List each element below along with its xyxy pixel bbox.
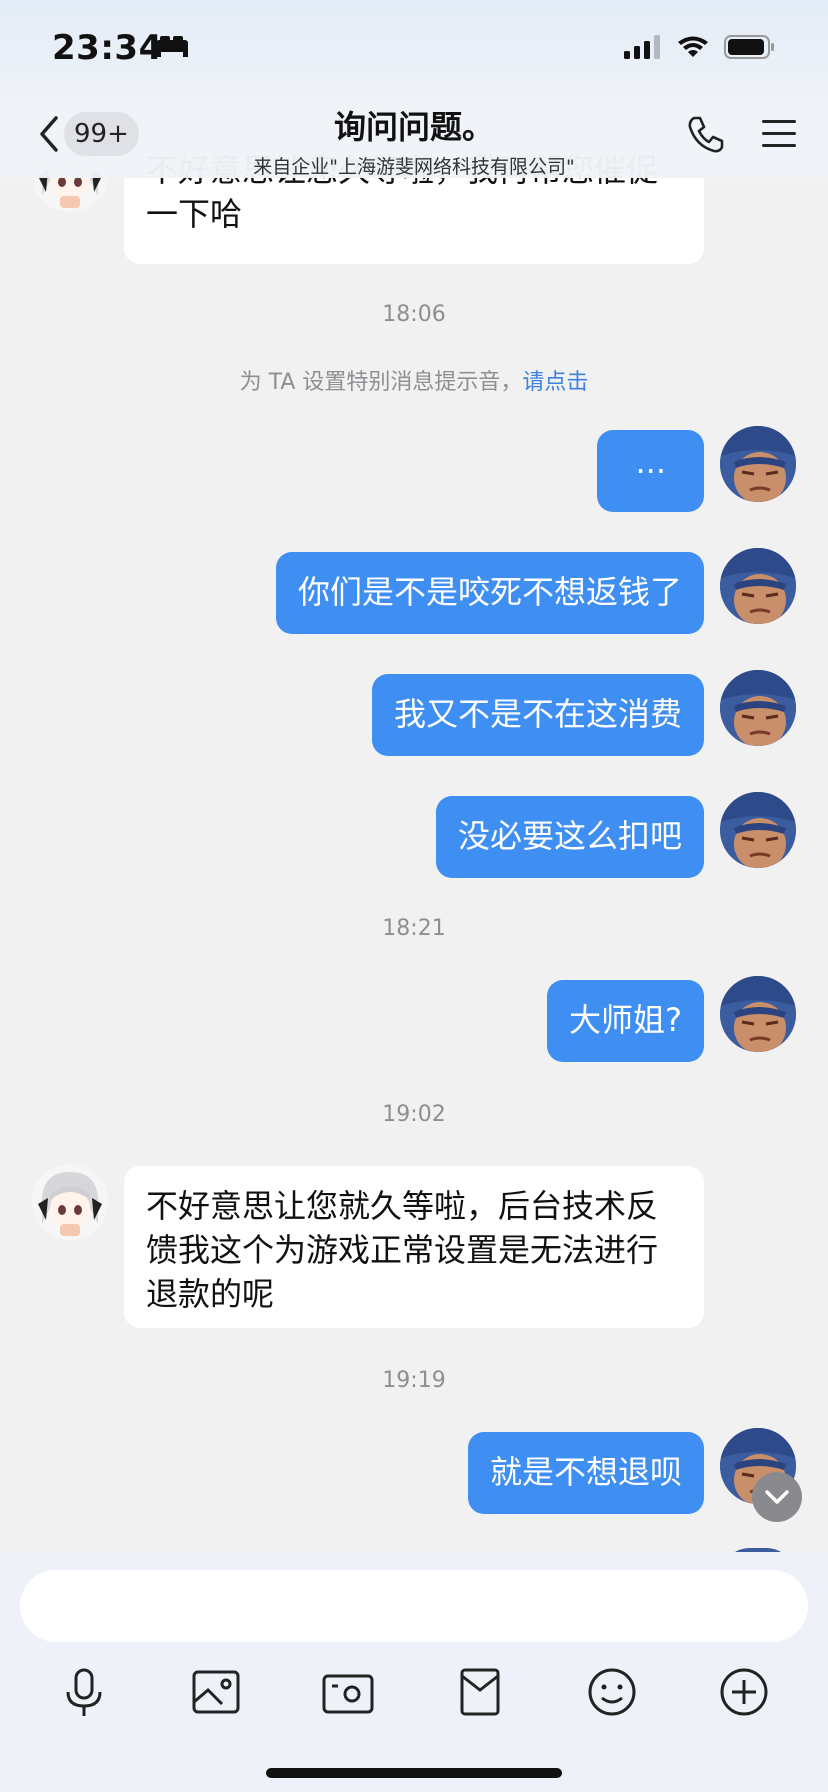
- message-bubble-incoming[interactable]: 不好意思让您就久等啦，后台技术反馈我这个为游戏正常设置是无法进行退款的呢: [124, 1166, 704, 1328]
- menu-icon[interactable]: [760, 116, 798, 152]
- input-toolbar: [0, 1652, 828, 1732]
- photo-icon[interactable]: [186, 1662, 246, 1722]
- user-avatar[interactable]: [720, 670, 796, 746]
- chat-header: 99+ 询问问题。 来自企业"上海游斐网络科技有限公司": [0, 96, 828, 178]
- contact-avatar[interactable]: [32, 1164, 108, 1240]
- scroll-to-bottom-button[interactable]: [752, 1472, 802, 1522]
- phone-icon[interactable]: [684, 112, 728, 156]
- hero-avatar-icon: [720, 976, 796, 1052]
- home-indicator[interactable]: [266, 1768, 562, 1778]
- message-bubble-outgoing[interactable]: 我又不是不在这消费: [371, 674, 704, 756]
- input-panel: [0, 1552, 828, 1792]
- user-avatar[interactable]: [720, 426, 796, 502]
- red-packet-icon[interactable]: [450, 1662, 510, 1722]
- user-avatar[interactable]: [720, 976, 796, 1052]
- camera-icon[interactable]: [318, 1662, 378, 1722]
- chevron-down-icon: [765, 1490, 789, 1504]
- hero-avatar-icon: [720, 426, 796, 502]
- timestamp: 19:02: [382, 1102, 446, 1127]
- chat-area[interactable]: 不好意思让您久等啦，我再帮您催促一下哈 18:06 为 TA 设置特别消息提示音…: [0, 0, 828, 1552]
- timestamp: 19:19: [382, 1368, 446, 1393]
- plus-icon[interactable]: [714, 1662, 774, 1722]
- message-input[interactable]: [20, 1570, 808, 1642]
- set-sound-link[interactable]: 请点击: [522, 370, 588, 395]
- system-notice: 为 TA 设置特别消息提示音，请点击: [239, 370, 589, 395]
- message-bubble-outgoing[interactable]: 大师姐?: [547, 980, 704, 1062]
- timestamp: 18:21: [382, 916, 446, 941]
- message-bubble-outgoing[interactable]: ···: [597, 430, 704, 512]
- page-subtitle: 来自企业"上海游斐网络科技有限公司": [253, 156, 575, 178]
- emoji-icon[interactable]: [582, 1662, 642, 1722]
- message-bubble-outgoing[interactable]: 就是不想退呗: [467, 1432, 704, 1514]
- user-avatar[interactable]: [720, 792, 796, 868]
- message-bubble-outgoing[interactable]: 没必要这么扣吧: [435, 796, 704, 878]
- mic-icon[interactable]: [54, 1662, 114, 1722]
- timestamp: 18:06: [382, 302, 446, 327]
- user-avatar[interactable]: [720, 548, 796, 624]
- hero-avatar-icon: [720, 792, 796, 868]
- hero-avatar-icon: [720, 548, 796, 624]
- message-bubble-outgoing[interactable]: 你们是不是咬死不想返钱了: [275, 552, 704, 634]
- girl-avatar-icon: [32, 1164, 108, 1240]
- hero-avatar-icon: [720, 670, 796, 746]
